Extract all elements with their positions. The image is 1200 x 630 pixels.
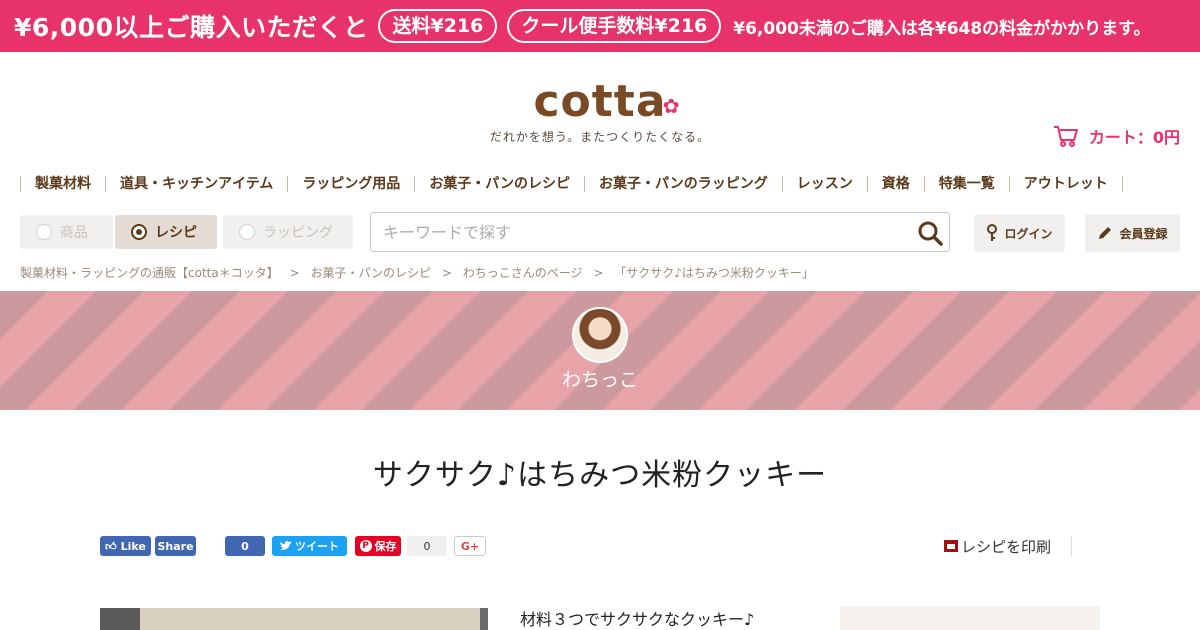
login-label: ログイン	[1004, 226, 1053, 241]
breadcrumb-home[interactable]: 製菓材料・ラッピングの通販【cotta＊コッタ】	[20, 266, 279, 280]
radio-selected-icon	[131, 224, 147, 240]
tab-label: レシピ	[155, 225, 197, 241]
tweet-label: ツイート	[295, 540, 339, 553]
breadcrumb-author[interactable]: わちっこさんのページ	[463, 266, 583, 280]
tab-label: ラッピング	[263, 225, 333, 241]
nav-item-outlet[interactable]: アウトレット	[1008, 176, 1123, 192]
search-input[interactable]	[371, 213, 891, 251]
breadcrumb-separator: >	[289, 266, 300, 280]
promo-cool-pill: クール便手数料¥216	[507, 9, 722, 43]
register-label: 会員登録	[1119, 226, 1168, 241]
promo-banner[interactable]: ¥6,000以上ご購入いただくと 送料¥216 クール便手数料¥216 ¥6,0…	[0, 0, 1200, 52]
print-recipe-link[interactable]: レシピを印刷	[944, 536, 1073, 556]
tagline: だれかを想う。またつくりたくなる。	[489, 130, 711, 144]
cart-icon	[1053, 126, 1078, 147]
tweet-button[interactable]: ツイート	[272, 536, 347, 556]
radio-icon	[36, 224, 52, 240]
promo-shipping-pill: 送料¥216	[378, 9, 498, 43]
gplus-label: G+	[460, 539, 480, 553]
promo-tail: ¥6,000未満のご購入は各¥648の料金がかかります。	[733, 18, 1151, 39]
facebook-share-button[interactable]: Share	[155, 536, 196, 556]
pinterest-save-button[interactable]: P 保存	[355, 536, 401, 556]
search-box	[370, 212, 950, 252]
pinterest-count: 0	[407, 536, 447, 556]
breadcrumb-recipes[interactable]: お菓子・パンのレシピ	[310, 266, 431, 280]
nav-item-ingredients[interactable]: 製菓材料	[20, 176, 105, 192]
printer-icon	[944, 540, 958, 552]
breadcrumb-separator: >	[441, 266, 452, 280]
facebook-like-button[interactable]: 👍︎ Like	[100, 536, 151, 556]
cart-link[interactable]: カート：0円	[1053, 124, 1180, 148]
ribbon-icon: ✿	[662, 94, 681, 118]
recipe-photo[interactable]	[100, 608, 488, 630]
cotta-logo[interactable]: cotta ✿	[533, 76, 679, 127]
promo-lead: ¥6,000以上ご購入いただくと	[14, 13, 369, 42]
pin-count-value: 0	[423, 539, 431, 553]
search-tab-recipes[interactable]: レシピ	[115, 215, 217, 249]
search-icon[interactable]	[917, 220, 943, 246]
search-tab-products[interactable]: 商品	[20, 215, 113, 249]
recipe-title: サクサク♪はちみつ米粉クッキー	[372, 458, 828, 493]
header-logo-area: cotta ✿ だれかを想う。またつくりたくなる。	[0, 78, 1200, 145]
fb-share-label: Share	[157, 539, 194, 553]
pinterest-icon: P	[359, 540, 372, 552]
author-avatar[interactable]	[572, 307, 628, 363]
main-nav: 製菓材料 道具・キッチンアイテム ラッピング用品 お菓子・パンのレシピ お菓子・…	[20, 174, 1180, 194]
nav-item-wrapping-ideas[interactable]: お菓子・パンのラッピング	[584, 176, 782, 192]
pencil-icon	[1099, 227, 1112, 239]
fb-like-label: Like	[120, 539, 146, 553]
nav-item-features[interactable]: 特集一覧	[923, 176, 1009, 192]
print-label: レシピを印刷	[961, 537, 1052, 556]
twitter-bird-icon	[280, 541, 292, 550]
facebook-count: 0	[225, 536, 265, 556]
tab-label: 商品	[60, 225, 88, 241]
thumbs-up-icon: 👍︎	[105, 539, 117, 553]
nav-item-lessons[interactable]: レッスン	[781, 176, 867, 192]
fb-count-value: 0	[241, 539, 249, 553]
radio-icon	[239, 224, 255, 240]
sidebar-box	[840, 606, 1100, 630]
breadcrumb-separator: >	[593, 266, 604, 280]
nav-item-wrapping-supplies[interactable]: ラッピング用品	[287, 176, 414, 192]
search-tab-wrapping[interactable]: ラッピング	[223, 215, 353, 249]
breadcrumb: 製菓材料・ラッピングの通販【cotta＊コッタ】 > お菓子・パンのレシピ > …	[20, 264, 814, 281]
breadcrumb-current: 「サクサク♪はちみつ米粉クッキー」	[614, 266, 814, 280]
nav-item-recipes[interactable]: お菓子・パンのレシピ	[414, 176, 584, 192]
cart-label: カート：0円	[1088, 128, 1180, 147]
author-name[interactable]: わちっこ	[0, 365, 1200, 392]
search-row: 商品 レシピ ラッピング ログイン 会員登録	[20, 212, 1180, 252]
logo-text: cotta	[533, 76, 667, 127]
nav-item-certification[interactable]: 資格	[866, 176, 924, 192]
recipe-intro: 材料３つでサクサクなクッキー♪	[520, 610, 755, 629]
register-button[interactable]: 会員登録	[1085, 214, 1180, 252]
nav-item-tools[interactable]: 道具・キッチンアイテム	[105, 176, 287, 192]
key-icon	[987, 224, 998, 241]
pin-save-label: 保存	[374, 540, 397, 553]
login-button[interactable]: ログイン	[974, 214, 1065, 252]
google-plus-button[interactable]: G+	[454, 536, 486, 556]
author-banner: わちっこ	[0, 291, 1200, 410]
social-share-bar: 👍︎ Like Share 0 ツイート P 保存 0 G+	[100, 536, 490, 556]
